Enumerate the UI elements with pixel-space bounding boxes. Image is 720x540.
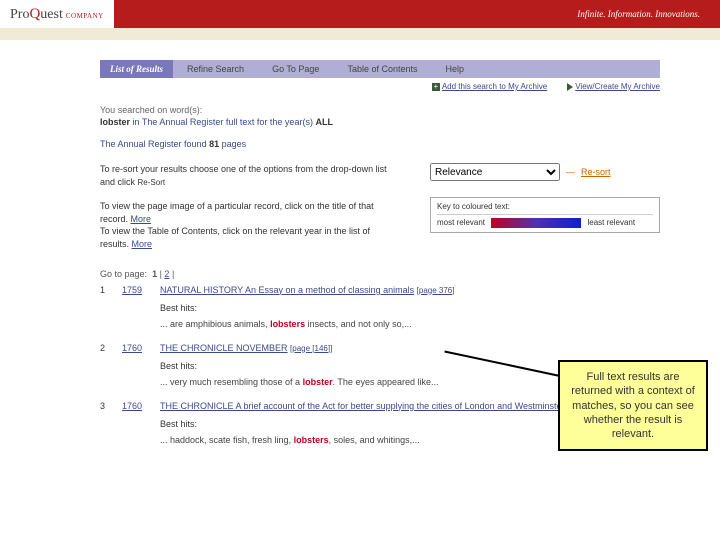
result-year-link[interactable]: 1759	[122, 285, 142, 295]
add-to-archive-link[interactable]: Add this search to My Archive	[442, 82, 547, 91]
logo-container: ProQuest COMPANY	[0, 0, 114, 28]
searched-label: You searched on word(s):	[100, 105, 660, 115]
hit-context: ... are amphibious animals, lobsters ins…	[160, 319, 660, 329]
page-current: 1	[152, 269, 157, 279]
resort-button[interactable]: Re-sort	[581, 167, 611, 177]
proquest-logo: ProQuest COMPANY	[10, 6, 104, 23]
beige-strip	[0, 28, 720, 40]
result-year-link[interactable]: 1760	[122, 343, 142, 353]
tab-bar: List of Results Refine Search Go To Page…	[100, 60, 660, 78]
key-box: Key to coloured text: most relevant leas…	[430, 197, 660, 233]
best-hits-label: Best hits:	[160, 303, 660, 313]
subnav: +Add this search to My Archive View/Crea…	[100, 78, 660, 95]
found-line: The Annual Register found 81 pages	[100, 139, 660, 149]
top-banner: ProQuest COMPANY Infinite. Information. …	[0, 0, 720, 28]
result-number: 3	[100, 401, 110, 445]
tab-help[interactable]: Help	[431, 64, 478, 74]
tagline: Infinite. Information. Innovations.	[577, 9, 720, 19]
result-number: 2	[100, 343, 110, 387]
result-title-link[interactable]: THE CHRONICLE A brief account of the Act…	[160, 401, 574, 411]
tab-list-of-results[interactable]: List of Results	[100, 60, 173, 78]
annotation-callout: Full text results are returned with a co…	[558, 360, 708, 451]
plus-icon: +	[432, 83, 440, 91]
view-archive-link[interactable]: View/Create My Archive	[575, 82, 660, 91]
key-most: most relevant	[437, 218, 485, 227]
key-title: Key to coloured text:	[437, 202, 653, 211]
key-least: least relevant	[588, 218, 636, 227]
result-number: 1	[100, 285, 110, 329]
result-page-link[interactable]: [page [146]]	[290, 344, 332, 353]
tab-refine-search[interactable]: Refine Search	[173, 64, 258, 74]
tab-go-to-page[interactable]: Go To Page	[258, 64, 333, 74]
result-year-link[interactable]: 1760	[122, 401, 142, 411]
sort-row: Relevance — Re-sort	[430, 163, 660, 181]
instructions: To re-sort your results choose one of th…	[100, 163, 400, 251]
search-term: lobster	[100, 117, 130, 127]
sort-select[interactable]: Relevance	[430, 163, 560, 181]
paging: Go to page: 1 | 2 |	[100, 269, 660, 279]
more-link-2[interactable]: More	[132, 239, 153, 249]
searched-detail: lobster in The Annual Register full text…	[100, 117, 660, 127]
result-title-link[interactable]: NATURAL HISTORY An Essay on a method of …	[160, 285, 414, 295]
result-row: 1 1759 NATURAL HISTORY An Essay on a met…	[100, 285, 660, 329]
tab-table-of-contents[interactable]: Table of Contents	[333, 64, 431, 74]
result-page-link[interactable]: [page 376]	[417, 286, 455, 295]
arrow-icon	[567, 83, 573, 91]
more-link-1[interactable]: More	[131, 214, 152, 224]
page-2-link[interactable]: 2	[164, 269, 169, 279]
result-title-link[interactable]: THE CHRONICLE NOVEMBER	[160, 343, 288, 353]
relevance-gradient	[491, 218, 581, 228]
